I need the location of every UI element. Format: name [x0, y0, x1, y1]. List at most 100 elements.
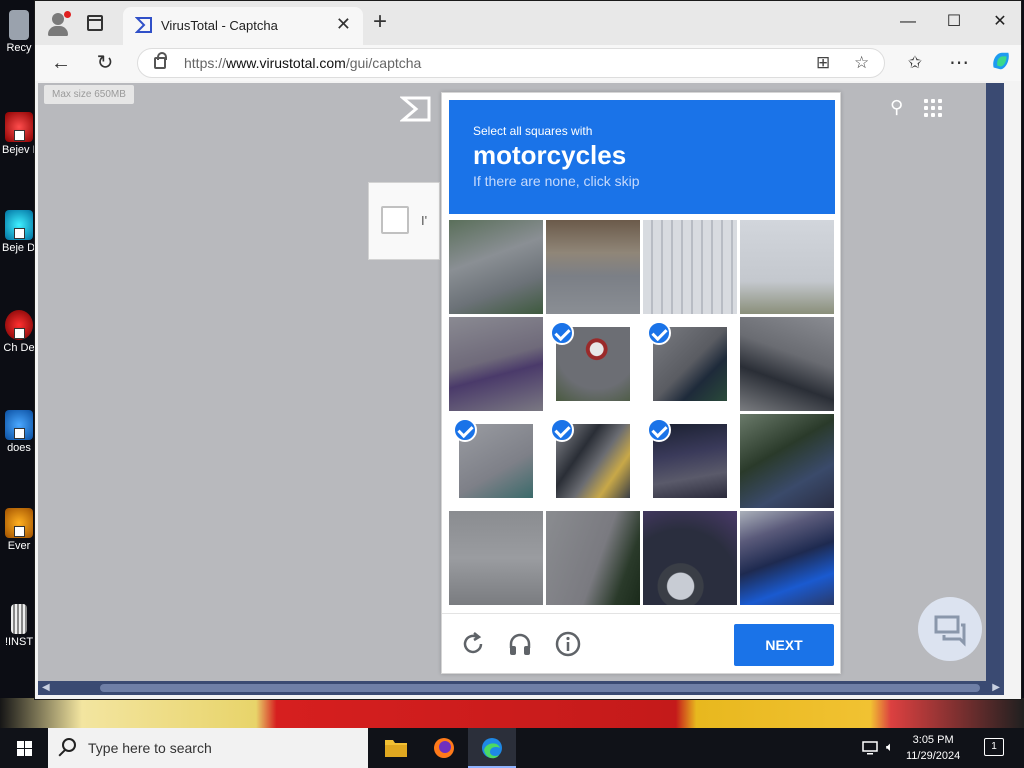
desktop-icon-recycle-bin[interactable]: Recy: [2, 10, 36, 54]
installer-icon: [11, 604, 27, 634]
search-icon: [62, 738, 76, 752]
captcha-subtext: If there are none, click skip: [473, 173, 640, 189]
shortcut-arrow-icon: [14, 130, 25, 141]
tile-check-icon: [550, 418, 574, 442]
desktop-icon-install[interactable]: !INST: [2, 604, 36, 648]
captcha-tile[interactable]: [740, 511, 834, 605]
virustotal-favicon-icon: [135, 17, 152, 33]
recaptcha-checkbox-card: I': [368, 182, 440, 260]
close-window-button[interactable]: ✕: [977, 12, 1023, 32]
favorite-star-icon[interactable]: ☆: [854, 53, 869, 73]
taskbar-search[interactable]: Type here to search: [48, 728, 368, 768]
captcha-tile[interactable]: [643, 220, 737, 314]
captcha-tile[interactable]: [546, 220, 640, 314]
start-button[interactable]: [0, 728, 48, 768]
captcha-tile[interactable]: [546, 317, 640, 411]
profile-icon-body: [48, 26, 68, 36]
captcha-tile[interactable]: [449, 220, 543, 314]
clock-time: 3:05 PM: [912, 734, 954, 746]
maximize-button[interactable]: ☐: [931, 12, 977, 32]
recycle-bin-icon: [9, 10, 29, 40]
app-available-icon[interactable]: ⊞: [816, 53, 830, 73]
captcha-tile[interactable]: [740, 414, 834, 508]
desktop-icon-label: !INST: [4, 636, 34, 648]
system-clock[interactable]: 3:05 PM 11/29/2024: [906, 732, 960, 764]
wallpaper: [0, 698, 1024, 728]
captcha-keyword: motorcycles: [473, 140, 627, 170]
recaptcha-checkbox[interactable]: [381, 206, 409, 234]
tab-actions-icon[interactable]: [87, 15, 103, 31]
tab-virustotal[interactable]: VirusTotal - Captcha ✕: [123, 7, 363, 45]
tab-close-icon[interactable]: ✕: [336, 15, 351, 33]
new-tab-button[interactable]: +: [373, 10, 387, 34]
favorites-icon[interactable]: ✩: [901, 51, 929, 75]
url-scheme: https://: [184, 55, 227, 71]
desktop-icon-label: Ch De: [3, 342, 35, 354]
shortcut-arrow-icon: [14, 428, 25, 439]
shortcut-arrow-icon: [14, 328, 25, 339]
captcha-tile-grid: [449, 220, 835, 606]
horizontal-scrollbar[interactable]: ◀ ▶: [38, 681, 1004, 695]
desktop-icon-label: Bejev De: [2, 144, 47, 156]
taskbar: Type here to search 🔈︎ 3:05 PM 11/29/202…: [0, 728, 1024, 768]
audio-challenge-icon[interactable]: [506, 630, 534, 658]
virustotal-logo-icon: [400, 96, 431, 122]
scroll-left-icon[interactable]: ◀: [42, 682, 50, 693]
search-icon[interactable]: ⚲: [890, 97, 903, 118]
apps-grid-icon[interactable]: [924, 99, 942, 117]
chat-icon: [934, 615, 966, 647]
shortcut-arrow-icon: [14, 526, 25, 537]
captcha-tile[interactable]: [546, 511, 640, 605]
captcha-tile[interactable]: [449, 511, 543, 605]
url-text: https://www.virustotal.com/gui/captcha: [184, 55, 421, 71]
vertical-scrollbar[interactable]: [986, 83, 1004, 695]
copilot-icon[interactable]: [987, 49, 1015, 73]
chat-button[interactable]: [918, 597, 982, 661]
captcha-instruction: Select all squares with: [473, 124, 593, 138]
desktop-icon-ever[interactable]: Ever: [2, 508, 36, 552]
desktop-icon-bejeweled-2[interactable]: Beje De: [2, 210, 42, 254]
back-button[interactable]: ←: [47, 51, 75, 75]
scrollbar-thumb[interactable]: [100, 684, 980, 692]
tile-check-icon: [550, 321, 574, 345]
edge-button[interactable]: [468, 728, 516, 768]
file-explorer-button[interactable]: [372, 728, 420, 768]
desktop-icon-chuzzle[interactable]: Ch De: [2, 310, 36, 354]
notification-center-button[interactable]: 1: [984, 738, 1004, 756]
scroll-right-icon[interactable]: ▶: [992, 682, 1000, 693]
volume-icon[interactable]: 🔈︎: [886, 739, 894, 755]
browser-window: VirusTotal - Captcha ✕ + — ☐ ✕ ← ↻ https…: [34, 0, 1022, 700]
captcha-tile[interactable]: [449, 317, 543, 411]
captcha-tile[interactable]: [740, 317, 834, 411]
folder-icon: [385, 740, 407, 757]
network-icon[interactable]: [862, 740, 880, 756]
tile-check-icon: [647, 418, 671, 442]
navigation-bar: ← ↻ https://www.virustotal.com/gui/captc…: [35, 45, 1021, 81]
refresh-button[interactable]: ↻: [91, 51, 119, 75]
lock-icon[interactable]: [154, 52, 167, 69]
desktop-icon-bejeweled-1[interactable]: Bejev De: [2, 112, 47, 156]
captcha-tile[interactable]: [546, 414, 640, 508]
minimize-button[interactable]: —: [885, 12, 931, 32]
captcha-tile[interactable]: [643, 511, 737, 605]
profile-button[interactable]: [45, 11, 71, 37]
next-button[interactable]: NEXT: [734, 624, 834, 666]
captcha-tile[interactable]: [449, 414, 543, 508]
page-viewport: Max size 650MB ⚲ I' Select all squares w…: [38, 83, 1004, 695]
desktop-icon-label: Beje De: [2, 242, 42, 254]
desktop-icon-label: Ever: [7, 540, 31, 552]
url-domain: www.virustotal.com: [226, 55, 346, 71]
desktop-icon-label: does: [7, 442, 31, 454]
max-size-label: Max size 650MB: [44, 85, 134, 104]
captcha-tile[interactable]: [740, 220, 834, 314]
notification-count: 1: [991, 741, 997, 752]
reload-icon[interactable]: [459, 630, 487, 658]
tile-check-icon: [453, 418, 477, 442]
address-bar[interactable]: https://www.virustotal.com/gui/captcha ⊞…: [137, 48, 885, 78]
captcha-tile[interactable]: [643, 414, 737, 508]
more-options-icon[interactable]: ⋯: [945, 51, 973, 75]
captcha-tile[interactable]: [643, 317, 737, 411]
firefox-button[interactable]: [420, 728, 468, 768]
info-icon[interactable]: [554, 630, 582, 658]
desktop-icon-does[interactable]: does: [2, 410, 36, 454]
